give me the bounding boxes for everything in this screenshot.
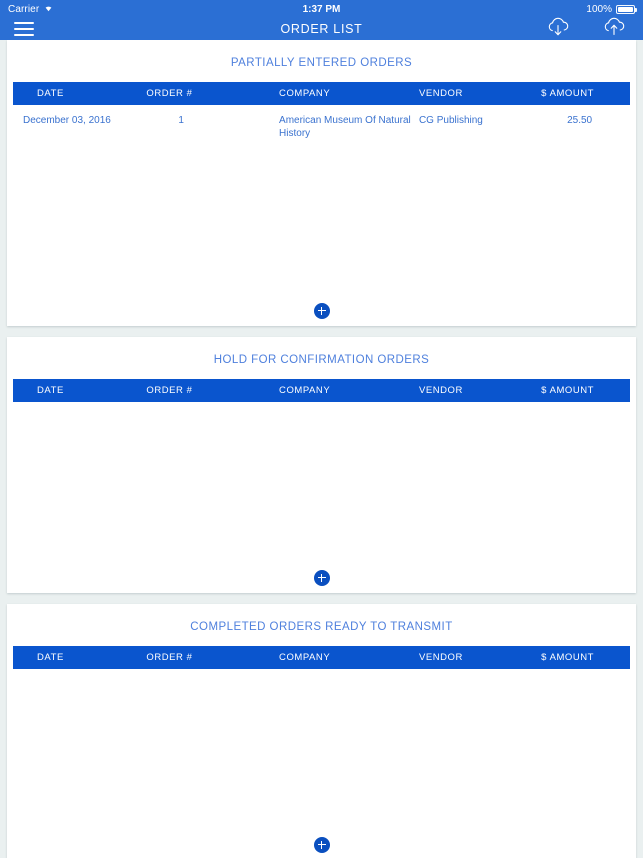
cell-amount: 25.50 [567,115,593,126]
column-header-order[interactable]: ORDER # [136,82,269,105]
battery-percent-label: 100% [586,3,612,15]
column-header-date[interactable]: DATE [13,82,136,105]
add-order-button[interactable] [313,302,330,319]
add-order-button[interactable] [313,836,330,853]
table-header: DATE ORDER # COMPANY VENDOR $ AMOUNT [13,82,630,105]
column-header-order[interactable]: ORDER # [136,379,269,402]
table-empty-space [7,150,636,295]
column-header-amount[interactable]: $ AMOUNT [525,82,630,105]
hamburger-menu-icon[interactable] [14,22,34,36]
add-order-row [7,295,636,326]
column-header-vendor[interactable]: VENDOR [411,379,525,402]
status-bar-time: 1:37 PM [302,3,341,15]
table-header-row: DATE ORDER # COMPANY VENDOR $ AMOUNT [13,82,630,105]
navigation-bar: ORDER LIST [0,16,643,42]
column-header-vendor[interactable]: VENDOR [411,646,525,669]
table-wrapper: DATE ORDER # COMPANY VENDOR $ AMOUNT Dec… [7,82,636,150]
orders-table: DATE ORDER # COMPANY VENDOR $ AMOUNT [13,379,630,402]
orders-table: DATE ORDER # COMPANY VENDOR $ AMOUNT [13,646,630,669]
cloud-upload-icon [601,15,627,44]
table-body: December 03, 2016 1 American Museum Of N… [13,105,630,150]
column-header-vendor[interactable]: VENDOR [411,82,525,105]
cell-date: December 03, 2016 [23,115,111,126]
column-header-date[interactable]: DATE [13,379,136,402]
hamburger-line [14,28,34,30]
table-header: DATE ORDER # COMPANY VENDOR $ AMOUNT [13,646,630,669]
cell-vendor: CG Publishing [418,115,483,126]
table-header-row: DATE ORDER # COMPANY VENDOR $ AMOUNT [13,379,630,402]
table-header: DATE ORDER # COMPANY VENDOR $ AMOUNT [13,379,630,402]
column-header-company[interactable]: COMPANY [269,379,411,402]
column-header-company[interactable]: COMPANY [269,646,411,669]
table-empty-space [7,669,636,829]
section-title: PARTIALLY ENTERED ORDERS [230,57,413,69]
wifi-icon [43,3,54,15]
add-order-row [7,829,636,858]
carrier-label: Carrier [8,3,40,15]
column-header-amount[interactable]: $ AMOUNT [525,379,630,402]
hamburger-line [14,34,34,36]
orders-table: DATE ORDER # COMPANY VENDOR $ AMOUNT Dec… [13,82,630,150]
section-card-completed-orders-ready-to-transmit: COMPLETED ORDERS READY TO TRANSMIT DATE … [7,604,636,858]
column-header-company[interactable]: COMPANY [269,82,411,105]
hamburger-line [14,22,34,24]
table-row[interactable]: December 03, 2016 1 American Museum Of N… [13,105,630,150]
cell-company: American Museum Of Natural History [279,115,411,139]
table-empty-space [7,402,636,562]
column-header-date[interactable]: DATE [13,646,136,669]
cloud-download-icon [545,15,571,44]
order-list-scroll-area[interactable]: PARTIALLY ENTERED ORDERS DATE ORDER # CO… [0,40,643,858]
status-bar-left: Carrier [8,3,54,15]
section-title: HOLD FOR CONFIRMATION ORDERS [213,354,430,366]
section-card-partially-entered-orders: PARTIALLY ENTERED ORDERS DATE ORDER # CO… [7,40,636,326]
cloud-upload-button[interactable] [599,16,629,42]
column-header-amount[interactable]: $ AMOUNT [525,646,630,669]
navigation-actions [543,16,629,42]
add-order-button[interactable] [313,569,330,586]
battery-full-icon [616,4,637,14]
section-title: COMPLETED ORDERS READY TO TRANSMIT [190,621,453,633]
status-bar-right: 100% [586,3,637,15]
table-wrapper: DATE ORDER # COMPANY VENDOR $ AMOUNT [7,646,636,669]
add-order-row [7,562,636,593]
column-header-order[interactable]: ORDER # [136,646,269,669]
table-wrapper: DATE ORDER # COMPANY VENDOR $ AMOUNT [7,379,636,402]
cell-order: 1 [178,115,184,126]
cloud-download-button[interactable] [543,16,573,42]
section-card-hold-for-confirmation-orders: HOLD FOR CONFIRMATION ORDERS DATE ORDER … [7,337,636,593]
table-header-row: DATE ORDER # COMPANY VENDOR $ AMOUNT [13,646,630,669]
